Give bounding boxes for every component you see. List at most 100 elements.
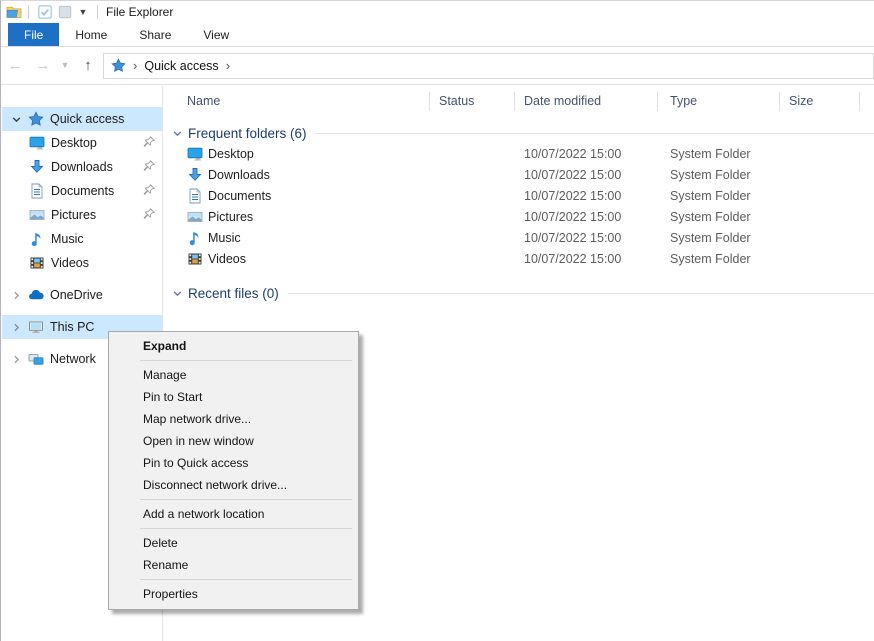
context-menu-item-properties[interactable]: Properties xyxy=(109,583,358,605)
chevron-down-icon[interactable] xyxy=(11,114,22,125)
context-menu-item-add-network-location[interactable]: Add a network location xyxy=(109,503,358,525)
column-header-size[interactable]: Size xyxy=(789,94,813,108)
file-name[interactable]: Videos xyxy=(208,252,246,266)
tab-home[interactable]: Home xyxy=(59,23,123,46)
quick-access-star-icon xyxy=(111,58,126,73)
sidebar-item-music[interactable]: Music xyxy=(2,227,162,251)
up-arrow-icon[interactable]: ↑ xyxy=(73,58,103,73)
context-menu-item-expand[interactable]: Expand xyxy=(109,335,358,357)
context-menu-item-disconnect-network-drive[interactable]: Disconnect network drive... xyxy=(109,474,358,496)
file-name[interactable]: Documents xyxy=(208,189,271,203)
sidebar-item-downloads[interactable]: Downloads xyxy=(2,155,162,179)
file-type: System Folder xyxy=(670,210,751,224)
chevron-down-icon[interactable] xyxy=(172,128,183,139)
history-chevron-icon[interactable]: ▼ xyxy=(57,61,73,70)
group-header-recent-files[interactable]: Recent files (0) xyxy=(163,282,874,304)
column-divider[interactable] xyxy=(657,92,658,111)
desktop-icon xyxy=(29,135,45,151)
sidebar-item-desktop[interactable]: Desktop xyxy=(2,131,162,155)
file-name[interactable]: Downloads xyxy=(208,168,270,182)
desktop-icon xyxy=(187,146,203,162)
sidebar-item-label: Downloads xyxy=(51,160,113,174)
pin-icon xyxy=(142,159,156,173)
column-divider[interactable] xyxy=(779,92,780,111)
column-divider[interactable] xyxy=(514,92,515,111)
context-menu-item-map-network-drive[interactable]: Map network drive... xyxy=(109,408,358,430)
downloads-icon xyxy=(187,167,203,183)
context-menu-separator xyxy=(140,528,352,529)
chevron-right-icon[interactable] xyxy=(11,322,22,333)
context-menu-separator xyxy=(140,360,352,361)
file-name[interactable]: Desktop xyxy=(208,147,254,161)
sidebar-item-label: OneDrive xyxy=(50,288,103,302)
qat-new-folder-icon[interactable] xyxy=(55,3,75,21)
context-menu-item-pin-to-quick-access[interactable]: Pin to Quick access xyxy=(109,452,358,474)
tab-file[interactable]: File xyxy=(8,23,59,46)
sidebar-item-label: Documents xyxy=(51,184,114,198)
context-menu-item-manage[interactable]: Manage xyxy=(109,364,358,386)
file-date-modified: 10/07/2022 15:00 xyxy=(524,168,621,182)
sidebar-item-label: Pictures xyxy=(51,208,96,222)
file-row-videos[interactable]: Videos 10/07/2022 15:00 System Folder xyxy=(163,249,874,270)
quick-access-star-icon xyxy=(28,111,44,127)
tab-view[interactable]: View xyxy=(187,23,245,46)
sidebar-group-gap xyxy=(2,275,162,283)
group-header-frequent-folders[interactable]: Frequent folders (6) xyxy=(163,122,874,144)
pictures-icon xyxy=(29,207,45,223)
context-menu-separator xyxy=(140,579,352,580)
chevron-right-icon[interactable] xyxy=(11,290,22,301)
context-menu: Expand Manage Pin to Start Map network d… xyxy=(108,331,359,610)
column-headers: Name Status Date modified Type Size xyxy=(163,86,874,116)
context-menu-item-pin-to-start[interactable]: Pin to Start xyxy=(109,386,358,408)
back-arrow-icon[interactable]: ← xyxy=(1,58,29,73)
column-header-date-modified[interactable]: Date modified xyxy=(524,94,601,108)
file-explorer-window: ▼ File Explorer File Home Share View ← →… xyxy=(0,0,874,641)
address-bar[interactable]: › Quick access › xyxy=(103,53,874,79)
sidebar-item-label: Desktop xyxy=(51,136,97,150)
file-row-pictures[interactable]: Pictures 10/07/2022 15:00 System Folder xyxy=(163,207,874,228)
file-row-documents[interactable]: Documents 10/07/2022 15:00 System Folder xyxy=(163,186,874,207)
sidebar-item-label: Quick access xyxy=(50,112,124,126)
context-menu-item-delete[interactable]: Delete xyxy=(109,532,358,554)
breadcrumb-chevron-icon[interactable]: › xyxy=(133,58,137,73)
column-header-name[interactable]: Name xyxy=(187,94,220,108)
column-header-status[interactable]: Status xyxy=(439,94,474,108)
file-name[interactable]: Pictures xyxy=(208,210,253,224)
navigation-bar: ← → ▼ ↑ › Quick access › xyxy=(1,47,874,85)
context-menu-item-open-in-new-window[interactable]: Open in new window xyxy=(109,430,358,452)
sidebar-item-label: Videos xyxy=(51,256,89,270)
chevron-right-icon[interactable] xyxy=(11,354,22,365)
window-title: File Explorer xyxy=(106,5,173,19)
videos-icon xyxy=(187,251,203,267)
music-icon xyxy=(29,231,45,247)
context-menu-item-rename[interactable]: Rename xyxy=(109,554,358,576)
group-header-rule xyxy=(316,133,874,134)
qat-customize-chevron-icon[interactable]: ▼ xyxy=(75,7,91,17)
breadcrumb-chevron-icon-2[interactable]: › xyxy=(226,58,230,73)
pin-icon xyxy=(142,135,156,149)
pin-icon xyxy=(142,207,156,221)
column-header-type[interactable]: Type xyxy=(670,94,697,108)
sidebar-item-onedrive[interactable]: OneDrive xyxy=(2,283,162,307)
qat-properties-icon[interactable] xyxy=(35,3,55,21)
file-type: System Folder xyxy=(670,231,751,245)
chevron-down-icon[interactable] xyxy=(172,288,183,299)
file-row-desktop[interactable]: Desktop 10/07/2022 15:00 System Folder xyxy=(163,144,874,165)
sidebar-item-pictures[interactable]: Pictures xyxy=(2,203,162,227)
file-date-modified: 10/07/2022 15:00 xyxy=(524,189,621,203)
file-row-music[interactable]: Music 10/07/2022 15:00 System Folder xyxy=(163,228,874,249)
tab-share[interactable]: Share xyxy=(123,23,187,46)
sidebar-item-videos[interactable]: Videos xyxy=(2,251,162,275)
sidebar-item-quick-access[interactable]: Quick access xyxy=(2,107,162,131)
file-row-downloads[interactable]: Downloads 10/07/2022 15:00 System Folder xyxy=(163,165,874,186)
column-divider[interactable] xyxy=(859,92,860,111)
file-name[interactable]: Music xyxy=(208,231,241,245)
pictures-icon xyxy=(187,209,203,225)
context-menu-separator xyxy=(140,499,352,500)
breadcrumb-location[interactable]: Quick access xyxy=(144,59,218,73)
this-pc-icon xyxy=(28,319,44,335)
column-divider[interactable] xyxy=(429,92,430,111)
ribbon-tabs: File Home Share View xyxy=(1,23,874,47)
forward-arrow-icon[interactable]: → xyxy=(29,58,57,73)
sidebar-item-documents[interactable]: Documents xyxy=(2,179,162,203)
